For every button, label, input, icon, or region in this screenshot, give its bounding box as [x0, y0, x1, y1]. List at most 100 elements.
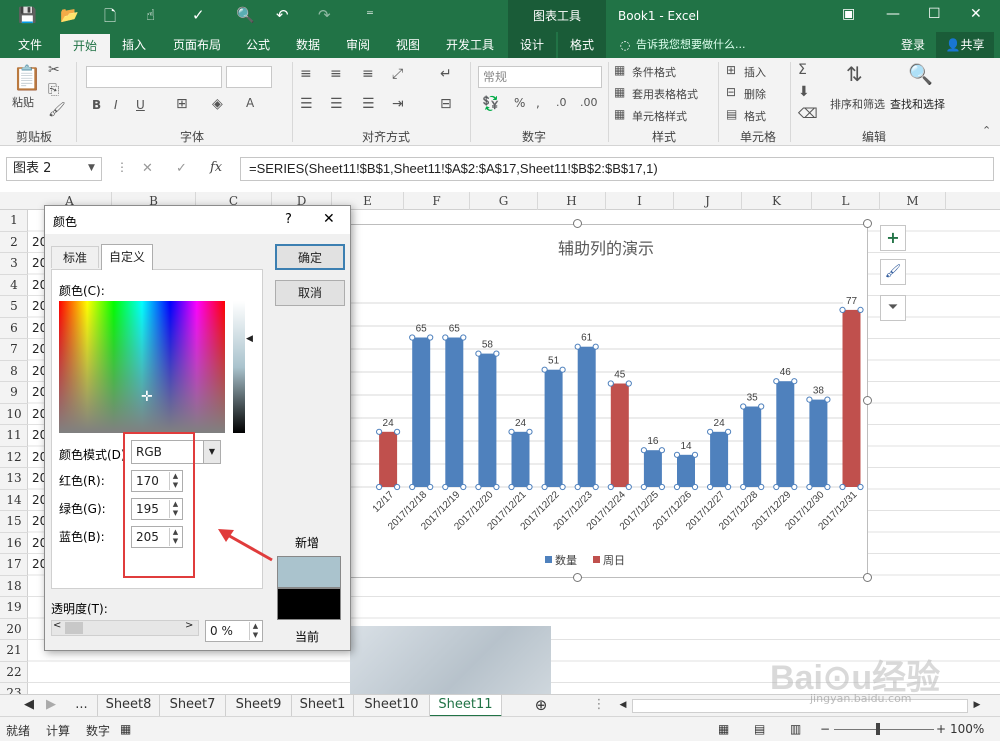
resize-handle-top[interactable] — [573, 219, 582, 228]
tab-design[interactable]: 设计 — [508, 32, 556, 58]
row-header-21[interactable]: 21 — [0, 640, 28, 662]
resize-handle-top-right[interactable] — [863, 219, 872, 228]
sheet-tab-sheet9[interactable]: Sheet9 — [226, 695, 292, 717]
format-painter-icon[interactable]: 🖌 — [48, 102, 66, 118]
minimize-icon[interactable]: — — [886, 6, 900, 22]
signin-link[interactable]: 登录 — [898, 32, 928, 58]
close-window-icon[interactable]: ✕ — [970, 6, 982, 22]
tab-standard[interactable]: 标准 — [51, 246, 99, 268]
bar[interactable] — [743, 406, 762, 488]
tab-home[interactable]: 开始 — [60, 34, 110, 58]
resize-handle-bottom-right[interactable] — [863, 573, 872, 582]
sort-filter-icon[interactable]: ⇅ — [846, 62, 863, 86]
format-cells-button[interactable]: 格式 — [744, 108, 766, 124]
tab-custom[interactable]: 自定义 — [101, 244, 153, 270]
spelling-icon[interactable]: ✓ — [192, 6, 205, 24]
name-box-dropdown-icon[interactable]: ▼ — [88, 163, 95, 173]
bar[interactable] — [842, 309, 861, 487]
zoom-out-icon[interactable]: − — [820, 722, 830, 736]
save-icon[interactable]: 💾 — [18, 6, 37, 24]
luminance-slider[interactable] — [233, 301, 245, 433]
zoom-slider[interactable] — [834, 729, 934, 730]
font-size-box[interactable] — [226, 66, 272, 88]
tab-data[interactable]: 数据 — [288, 32, 328, 58]
share-button[interactable]: 👤共享 — [936, 32, 994, 58]
row-header-13[interactable]: 13 — [0, 468, 28, 490]
new-file-icon[interactable]: 🗋 — [104, 6, 116, 31]
horizontal-scrollbar[interactable] — [632, 699, 968, 713]
enter-icon[interactable]: ✓ — [176, 161, 187, 176]
percent-icon[interactable]: % — [514, 96, 525, 110]
bar[interactable] — [577, 346, 596, 487]
tab-view[interactable]: 视图 — [388, 32, 428, 58]
underline-icon[interactable]: U — [136, 98, 145, 112]
prev-sheet-icon[interactable]: ◀ — [22, 695, 36, 717]
italic-icon[interactable]: I — [114, 98, 118, 112]
zoom-slider-thumb[interactable] — [876, 723, 880, 735]
tab-formulas[interactable]: 公式 — [238, 32, 278, 58]
redo-icon[interactable]: ↷ — [318, 6, 331, 24]
ok-button[interactable]: 确定 — [275, 244, 345, 270]
bar[interactable] — [445, 337, 464, 488]
number-format-box[interactable]: 常规 — [478, 66, 602, 88]
print-preview-icon[interactable]: 🔍 — [236, 6, 255, 24]
hscroll-right-icon[interactable]: ▶ — [970, 695, 984, 717]
row-header-9[interactable]: 9 — [0, 382, 28, 404]
ribbon-display-icon[interactable]: ▣ — [842, 6, 855, 22]
row-header-6[interactable]: 6 — [0, 318, 28, 339]
tab-insert[interactable]: 插入 — [114, 32, 154, 58]
bar[interactable] — [478, 353, 497, 487]
next-sheet-icon[interactable]: ▶ — [44, 695, 58, 717]
cut-icon[interactable]: ✂ — [48, 62, 60, 78]
copy-icon[interactable]: ⎘ — [48, 82, 59, 98]
tab-file[interactable]: 文件 — [8, 32, 52, 58]
row-header-7[interactable]: 7 — [0, 339, 28, 361]
bar[interactable] — [677, 454, 695, 487]
status-calculate[interactable]: 计算 — [46, 722, 70, 739]
row-header-8[interactable]: 8 — [0, 361, 28, 382]
chart[interactable]: 辅助列的演示 24 12/17 65 2017/12/18 65 2017/12/19 58… — [342, 224, 868, 578]
tab-review[interactable]: 审阅 — [338, 32, 378, 58]
cell-style-button[interactable]: 单元格样式 — [632, 108, 687, 124]
border-icon[interactable]: ⊞ — [176, 96, 188, 112]
row-header-18[interactable]: 18 — [0, 576, 28, 597]
slider-arrow-icon[interactable]: ◀ — [246, 334, 253, 344]
hscroll-left-icon[interactable]: ◀ — [616, 695, 630, 717]
align-right-icon[interactable]: ☰ — [362, 96, 375, 112]
dialog-close-button[interactable]: ✕ — [323, 211, 335, 227]
cancel-button[interactable]: 取消 — [275, 280, 345, 306]
chart-filters-button[interactable]: ⏷ — [880, 295, 906, 321]
delete-cells-button[interactable]: 删除 — [744, 86, 766, 102]
find-select-button[interactable]: 查找和选择 — [890, 96, 945, 112]
font-name-box[interactable] — [86, 66, 222, 88]
column-header-i[interactable]: I — [606, 192, 674, 210]
orientation-icon[interactable]: ⤢ — [392, 66, 403, 82]
decrease-decimal-icon[interactable]: .00 — [580, 96, 598, 109]
row-header-12[interactable]: 12 — [0, 447, 28, 468]
page-layout-view-icon[interactable]: ▤ — [754, 722, 765, 736]
tab-format[interactable]: 格式 — [558, 32, 606, 58]
transparency-spinner[interactable]: ▲ ▼ — [249, 622, 261, 640]
undo-icon[interactable]: ↶ — [276, 6, 289, 24]
comma-icon[interactable]: , — [536, 96, 540, 110]
align-center-icon[interactable]: ☰ — [330, 96, 343, 112]
column-header-f[interactable]: F — [404, 192, 470, 210]
sheet-tab-sheet7[interactable]: Sheet7 — [160, 695, 226, 717]
fill-color-icon[interactable]: ◈ — [212, 96, 223, 112]
row-header-10[interactable]: 10 — [0, 404, 28, 425]
fill-icon[interactable]: ⬇ — [798, 84, 810, 100]
tab-page-layout[interactable]: 页面布局 — [164, 32, 230, 58]
align-middle-icon[interactable]: ≡ — [330, 66, 342, 82]
bar[interactable] — [379, 431, 398, 487]
inserted-picture[interactable] — [350, 626, 551, 694]
row-header-20[interactable]: 20 — [0, 619, 28, 640]
cond-format-button[interactable]: 条件格式 — [632, 64, 676, 80]
row-header-4[interactable]: 4 — [0, 275, 28, 296]
insert-function-icon[interactable]: fx — [210, 160, 222, 175]
bar[interactable] — [544, 369, 563, 487]
row-header-2[interactable]: 2 — [0, 232, 28, 253]
chevron-down-icon[interactable]: ▼ — [203, 440, 221, 464]
insert-cells-button[interactable]: 插入 — [744, 64, 766, 80]
help-button[interactable]: ? — [285, 212, 292, 227]
sheet-tab-sheet1[interactable]: Sheet1 — [292, 695, 354, 717]
